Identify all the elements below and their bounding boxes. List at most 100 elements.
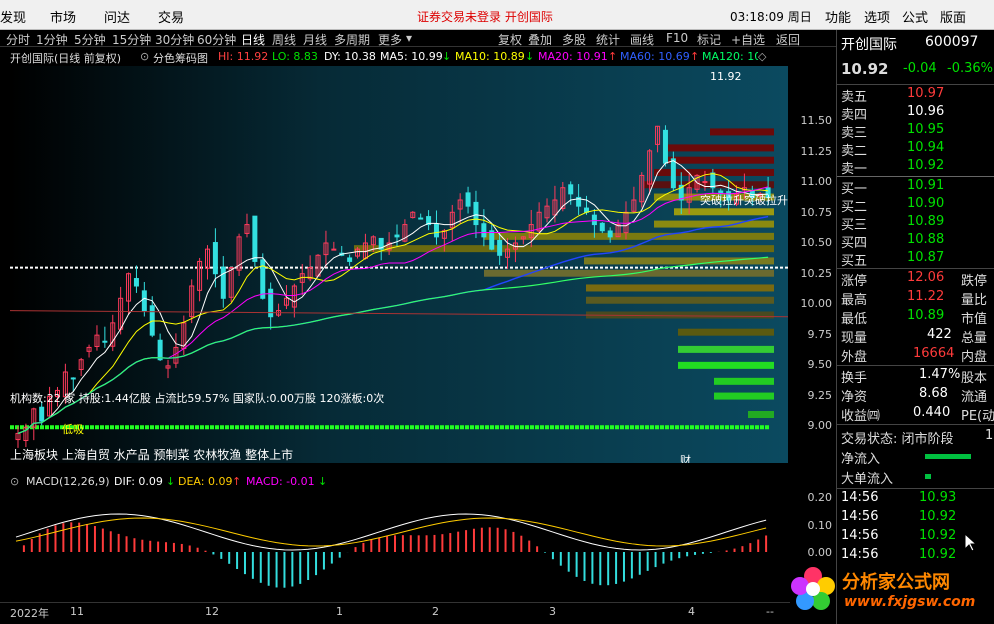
btn-adjust[interactable]: 复权 (498, 31, 522, 48)
btn-add-favorite[interactable]: +自选 (731, 31, 765, 48)
period-intraday[interactable]: 分时 (6, 31, 30, 48)
ask-level: 卖一 10.92 (841, 158, 945, 177)
candle-body (591, 214, 597, 226)
institution-info: 机构数:22 家 持股:1.44亿股 占流比59.57% 国家队:0.00万股 … (10, 392, 385, 405)
kline-chart[interactable]: 机构数:22 家 持股:1.44亿股 占流比59.57% 国家队:0.00万股 … (10, 66, 788, 463)
price-tick: 10.75 (800, 206, 833, 219)
candle-body (418, 217, 424, 220)
price-tick: 9.25 (807, 389, 833, 402)
date-tick: -- (766, 605, 774, 618)
menu-ask[interactable]: 问达 (104, 7, 130, 26)
chip-bar (678, 361, 774, 369)
period-15min[interactable]: 15分钟 (112, 31, 151, 48)
btn-multistock[interactable]: 多股 (562, 31, 586, 48)
macd-chart[interactable] (10, 490, 788, 600)
current-price: 10.92 (841, 60, 889, 78)
stat-row: 净资 8.68 流通 (841, 386, 988, 405)
settings-icon[interactable]: ⊙ (140, 50, 149, 63)
menu-layout[interactable]: 版面 (940, 7, 966, 26)
period-30min[interactable]: 30分钟 (155, 31, 194, 48)
down-arrow-icon: ↓ (442, 50, 452, 63)
candle-body (149, 305, 155, 336)
btn-mark[interactable]: 标记 (697, 31, 721, 48)
dif-line (15, 513, 767, 551)
candle-body (39, 406, 45, 422)
chip-bar (584, 257, 774, 265)
candle-body (465, 192, 471, 207)
price-tick: 10.00 (800, 297, 833, 310)
period-more[interactable]: 更多 (378, 31, 402, 48)
menu-options[interactable]: 选项 (864, 7, 890, 26)
chip-bar (586, 284, 774, 292)
price-tick: 9.75 (807, 328, 833, 341)
btn-stats[interactable]: 统计 (596, 31, 620, 48)
dea-line (15, 517, 767, 547)
net-inflow-bar (925, 454, 971, 459)
down-arrow-icon: ↓ (525, 50, 535, 63)
up-arrow-icon: ↑ (232, 475, 242, 488)
stat-row: 换手 1.47% 股本 (841, 367, 988, 386)
candle-body (141, 290, 147, 312)
candle-body (157, 339, 163, 361)
candle-body (481, 223, 487, 238)
date-axis: 2022年 11 12 1 2 3 4 -- (0, 602, 790, 624)
ma5-value: MA5: 10.99 (380, 50, 443, 63)
dy-value: DY: 10.38 (324, 50, 376, 63)
settings-icon[interactable]: ⊙ (10, 475, 19, 488)
menu-discover[interactable]: 发现 (0, 7, 26, 26)
watermark: 分析家公式网 www.fxjgsw.com (786, 562, 986, 618)
up-arrow-icon: ↑ (690, 50, 700, 63)
period-1min[interactable]: 1分钟 (36, 31, 68, 48)
period-60min[interactable]: 60分钟 (197, 31, 236, 48)
clock: 03:18:09 周日 (730, 10, 812, 24)
up-arrow-icon: ↑ (608, 50, 618, 63)
macd-svg (15, 513, 768, 588)
menu-function[interactable]: 功能 (825, 7, 851, 26)
stat-row: 最低 10.89 市值 (841, 308, 988, 327)
price-axis: 11.50 11.25 11.00 10.75 10.50 10.25 10.0… (790, 66, 836, 463)
chevron-down-icon[interactable]: ▾ (406, 31, 412, 45)
macd-info-line: ⊙ MACD(12,26,9) DIF: 0.09 ↓ DEA: 0.09 ↑ … (0, 473, 790, 490)
ask-level: 卖三 10.95 (841, 122, 945, 141)
btn-f10[interactable]: F10 (666, 31, 688, 45)
chip-bar (714, 377, 774, 385)
btn-overlay[interactable]: 叠加 (528, 31, 552, 48)
period-multi[interactable]: 多周期 (334, 31, 370, 48)
diamond-icon[interactable]: ◇ (758, 50, 766, 63)
ma120-value: MA120: 10 (702, 50, 758, 63)
menu-trade[interactable]: 交易 (158, 7, 184, 26)
period-5min[interactable]: 5分钟 (74, 31, 106, 48)
hi-value: HI: 11.92 (218, 50, 269, 63)
btn-draw[interactable]: 画线 (630, 31, 654, 48)
finance-mark[interactable]: 财 (680, 452, 691, 463)
candle-body (710, 172, 716, 189)
date-tick: 12 (205, 605, 219, 618)
chip-bar (484, 232, 774, 240)
bid-level: 买一 10.91 (841, 178, 945, 197)
indicator-name[interactable]: 分色筹码图 (153, 50, 208, 66)
chip-bar (748, 411, 774, 418)
sector-label: 上海板块 上海自贸 水产品 预制菜 农林牧渔 整体上市 (10, 448, 294, 462)
period-daily[interactable]: 日线 (241, 31, 265, 48)
login-notice[interactable]: 证券交易未登录 开创国际 (417, 8, 553, 25)
price-change: -0.04 (903, 61, 937, 76)
candle-body (670, 158, 676, 189)
breakout-label: 突破拉升突破拉升 (700, 194, 788, 207)
macd-label[interactable]: MACD(12,26,9) (26, 475, 110, 488)
period-monthly[interactable]: 月线 (303, 31, 327, 48)
menu-market[interactable]: 市场 (50, 7, 76, 26)
stock-name: 开创国际 (841, 37, 897, 53)
big-inflow-bar (925, 474, 931, 479)
net-inflow-row: 净流入 (841, 448, 994, 467)
dif-value: DIF: 0.09 (114, 475, 163, 488)
watermark-url: www.fxjgsw.com (844, 594, 976, 610)
mouse-cursor-icon (964, 533, 978, 552)
price-tick: 10.50 (800, 236, 833, 249)
period-toolbar: 分时 1分钟 5分钟 15分钟 30分钟 60分钟 日线 周线 月线 多周期 更… (0, 30, 836, 47)
menu-formula[interactable]: 公式 (902, 7, 928, 26)
price-tick: 11.25 (800, 145, 833, 158)
period-weekly[interactable]: 周线 (272, 31, 296, 48)
chart-title: 开创国际(日线 前复权) (10, 52, 122, 65)
stat-row: 涨停 12.06 跌停 (841, 270, 988, 289)
btn-back[interactable]: 返回 (776, 31, 800, 48)
